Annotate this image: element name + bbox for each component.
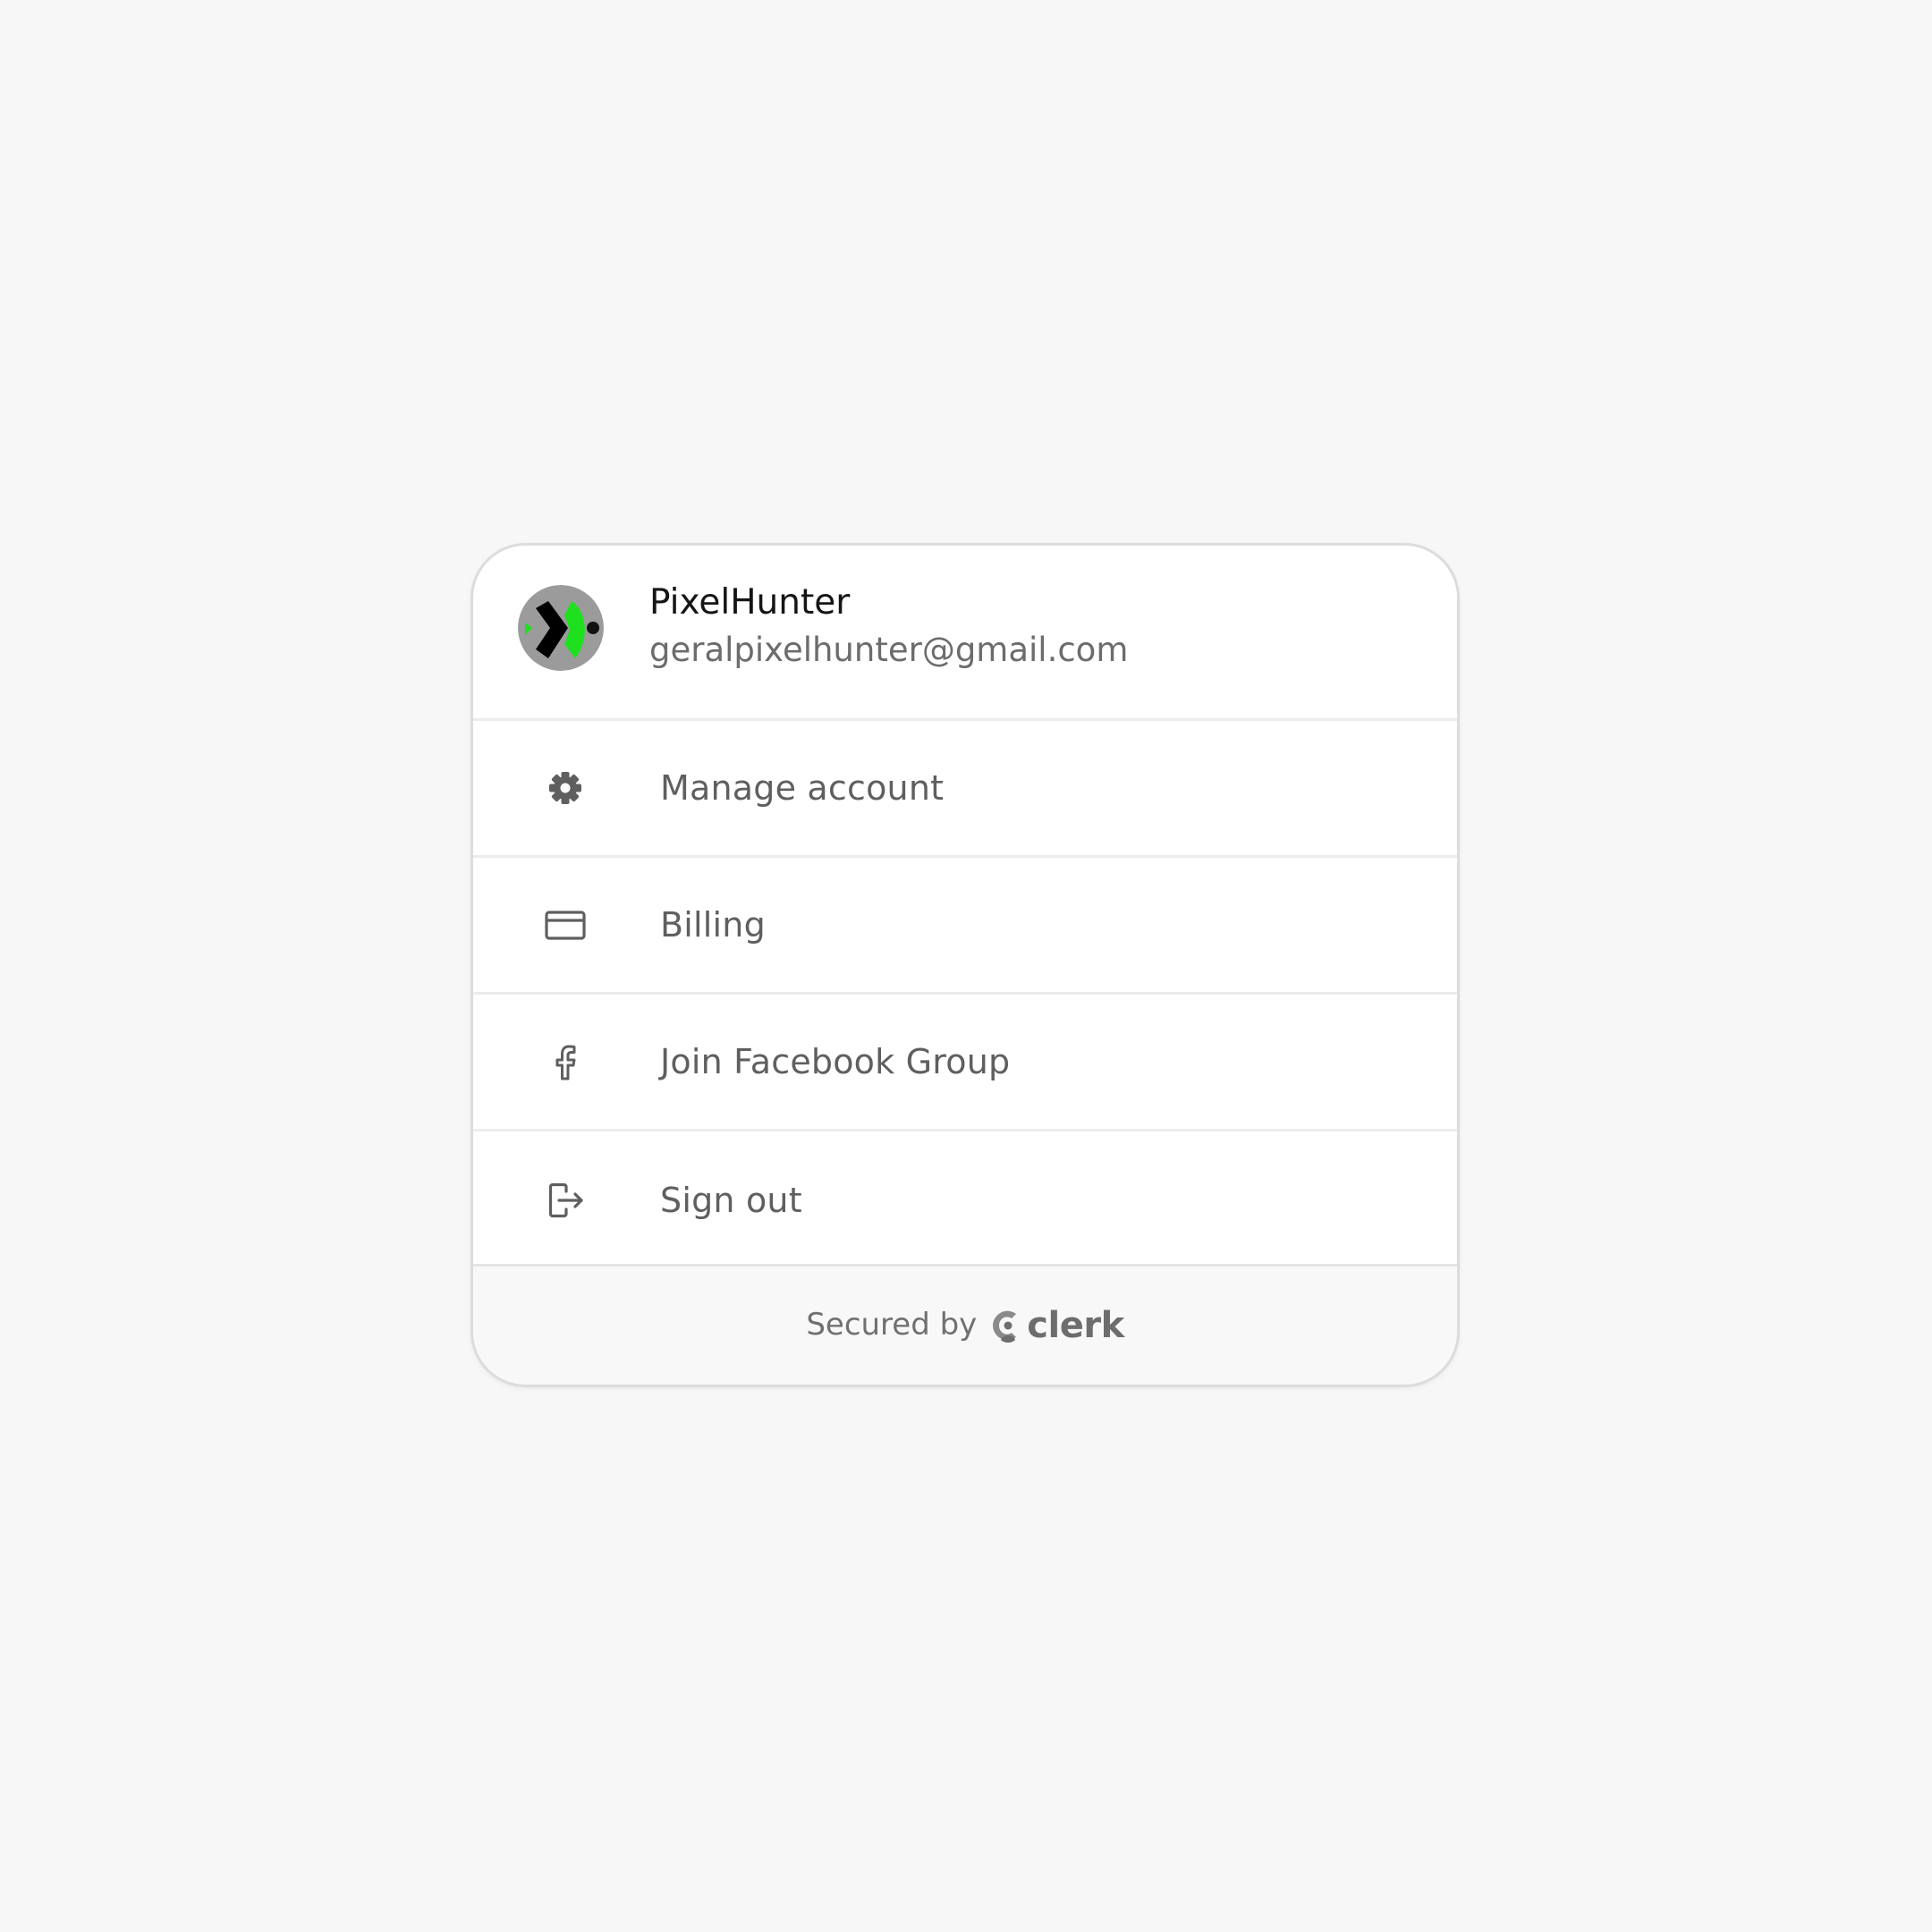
sign-out-icon: [543, 1178, 588, 1223]
user-name: PixelHunter: [649, 582, 851, 623]
billing-button[interactable]: Billing: [473, 858, 1457, 995]
avatar-logo-icon: [518, 585, 604, 671]
facebook-icon: [543, 1039, 588, 1084]
manage-account-button[interactable]: Manage account: [473, 721, 1457, 858]
billing-label: Billing: [660, 905, 766, 945]
menu-content: PixelHunter geralpixelhunter@gmail.com M…: [473, 546, 1457, 1267]
credit-card-icon: [543, 902, 588, 947]
manage-account-label: Manage account: [660, 768, 945, 808]
join-facebook-group-button[interactable]: Join Facebook Group: [473, 995, 1457, 1131]
join-facebook-group-label: Join Facebook Group: [660, 1042, 1011, 1081]
secured-by-text: Secured by: [806, 1307, 978, 1343]
avatar: [518, 585, 604, 671]
clerk-wordmark: clerk: [1027, 1305, 1124, 1346]
user-menu-card: PixelHunter geralpixelhunter@gmail.com M…: [470, 543, 1460, 1387]
clerk-logo[interactable]: clerk: [989, 1305, 1124, 1346]
sign-out-label: Sign out: [660, 1180, 802, 1220]
sign-out-button[interactable]: Sign out: [473, 1131, 1457, 1268]
secured-by-footer: Secured by clerk: [473, 1267, 1457, 1385]
clerk-mark-icon: [993, 1310, 1017, 1343]
user-header: PixelHunter geralpixelhunter@gmail.com: [473, 546, 1457, 721]
gear-icon: [543, 766, 588, 810]
user-email: geralpixelhunter@gmail.com: [649, 631, 1129, 669]
